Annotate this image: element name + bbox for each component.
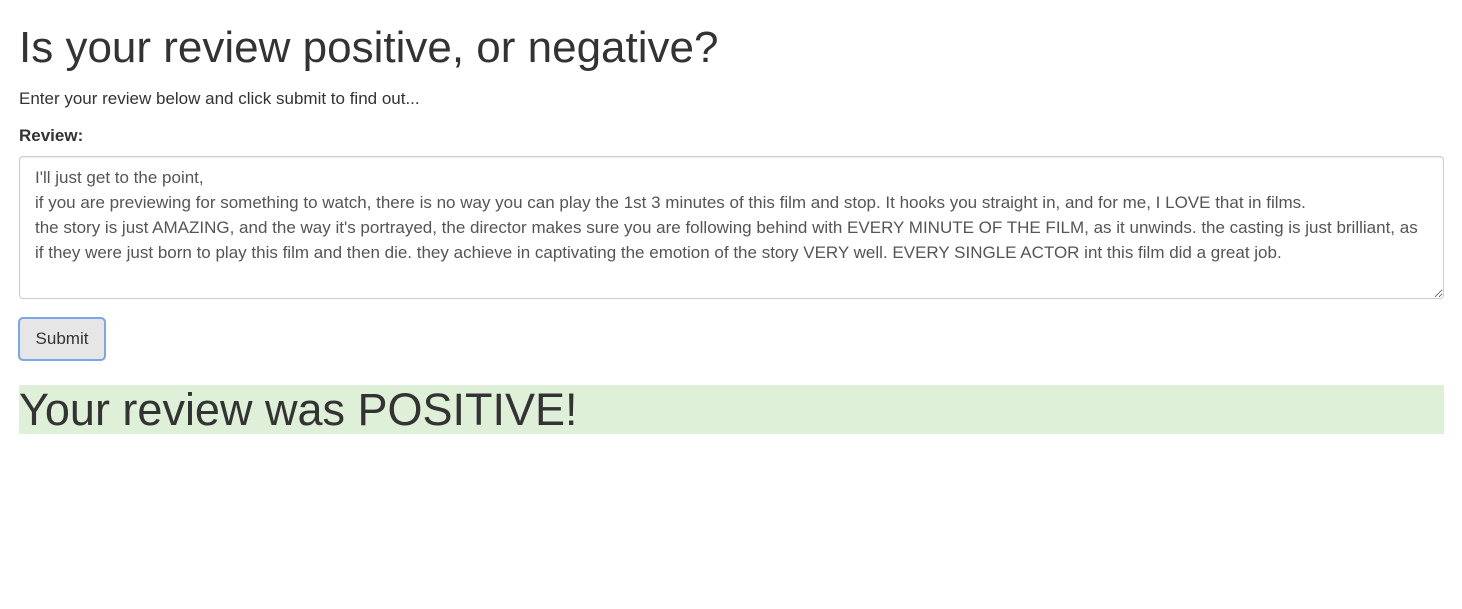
page-container: Is your review positive, or negative? En… [18,0,1444,434]
result-text: Your review was POSITIVE! [19,384,578,435]
page-title: Is your review positive, or negative? [19,23,719,72]
result-banner: Your review was POSITIVE! [19,385,1444,434]
review-label: Review: [19,126,84,145]
submit-button[interactable]: Submit [18,317,106,361]
review-form: Review: I'll just get to the point, if y… [18,126,1444,361]
review-textarea[interactable]: I'll just get to the point, if you are p… [19,156,1444,299]
instructions-text: Enter your review below and click submit… [19,89,420,108]
